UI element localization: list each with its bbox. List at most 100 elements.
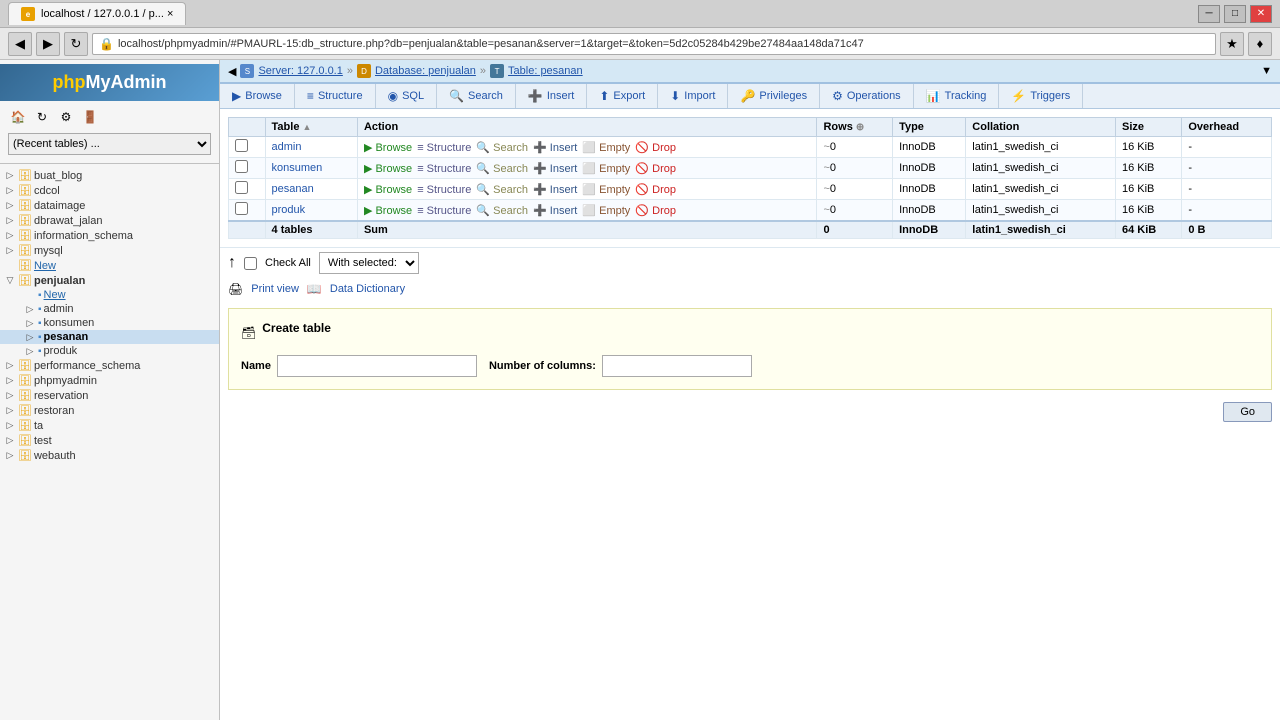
- tree-toggle: ▷: [4, 450, 16, 462]
- sidebar-item-restoran[interactable]: ▷ 🗄 restoran: [0, 403, 219, 418]
- close-button[interactable]: ✕: [1250, 5, 1272, 23]
- maximize-button[interactable]: □: [1224, 5, 1246, 23]
- sidebar-item-admin[interactable]: ▷ ▪ admin: [0, 302, 219, 316]
- extensions-button[interactable]: ♦: [1248, 32, 1272, 56]
- structure-link-2[interactable]: ≡ Structure: [417, 184, 471, 196]
- tab-tracking[interactable]: 📊 Tracking: [914, 84, 1000, 108]
- search-link-2[interactable]: 🔍 Search: [476, 183, 528, 196]
- table-name-link-3[interactable]: produk: [272, 204, 306, 216]
- row-checkbox-3[interactable]: [235, 202, 248, 215]
- sidebar-item-penjualan-new[interactable]: ▪ New: [0, 288, 219, 302]
- tab-import[interactable]: ⬇ Import: [658, 84, 728, 108]
- sidebar-item-reservation[interactable]: ▷ 🗄 reservation: [0, 388, 219, 403]
- refresh-db-icon[interactable]: ↻: [32, 107, 52, 127]
- sidebar-item-produk[interactable]: ▷ ▪ produk: [0, 344, 219, 358]
- home-icon[interactable]: 🏠: [8, 107, 28, 127]
- logo-myadmin: MyAdmin: [86, 72, 167, 92]
- collapse-sidebar-btn[interactable]: ◀: [228, 65, 236, 78]
- sidebar-item-buat_blog[interactable]: ▷ 🗄 buat_blog: [0, 168, 219, 183]
- with-selected-dropdown[interactable]: With selected: Drop Empty: [319, 252, 419, 274]
- table-name-input[interactable]: [277, 355, 477, 377]
- tab-structure[interactable]: ≡ Structure: [295, 84, 376, 108]
- drop-link-1[interactable]: 🚫 Drop: [635, 162, 676, 175]
- back-button[interactable]: ◀: [8, 32, 32, 56]
- empty-link-2[interactable]: ⬜ Empty: [582, 183, 630, 196]
- browse-link-1[interactable]: ▶ Browse: [364, 162, 412, 175]
- browse-link-0[interactable]: ▶ Browse: [364, 141, 412, 154]
- sidebar-item-webauth[interactable]: ▷ 🗄 webauth: [0, 448, 219, 463]
- browse-link-2[interactable]: ▶ Browse: [364, 183, 412, 196]
- search-link-3[interactable]: 🔍 Search: [476, 204, 528, 217]
- row-checkbox-1[interactable]: [235, 160, 248, 173]
- settings-icon[interactable]: ⚙: [56, 107, 76, 127]
- sidebar-item-pesanan[interactable]: ▷ ▪ pesanan: [0, 330, 219, 344]
- data-dictionary-link[interactable]: Data Dictionary: [330, 283, 405, 295]
- header-collapse-btn[interactable]: ▼: [1261, 65, 1272, 77]
- cols-input[interactable]: [602, 355, 752, 377]
- tab-insert[interactable]: ➕ Insert: [516, 84, 587, 108]
- logout-icon[interactable]: 🚪: [80, 107, 100, 127]
- search-link-0[interactable]: 🔍 Search: [476, 141, 528, 154]
- tab-export[interactable]: ⬆ Export: [587, 84, 658, 108]
- db-breadcrumb[interactable]: Database: penjualan: [375, 65, 476, 77]
- sidebar-item-dataimage[interactable]: ▷ 🗄 dataimage: [0, 198, 219, 213]
- address-bar[interactable]: 🔒 localhost/phpmyadmin/#PMAURL-15:db_str…: [92, 33, 1216, 55]
- drop-link-2[interactable]: 🚫 Drop: [635, 183, 676, 196]
- tab-triggers[interactable]: ⚡ Triggers: [999, 84, 1083, 108]
- structure-link-3[interactable]: ≡ Structure: [417, 205, 471, 217]
- tab-sql[interactable]: ◉ SQL: [376, 84, 438, 108]
- drop-link-0[interactable]: 🚫 Drop: [635, 141, 676, 154]
- go-button[interactable]: Go: [1223, 402, 1272, 422]
- table-breadcrumb[interactable]: Table: pesanan: [508, 65, 583, 77]
- drop-link-3[interactable]: 🚫 Drop: [635, 204, 676, 217]
- tab-browse[interactable]: ▶ Browse: [220, 84, 295, 108]
- print-view-link[interactable]: Print view: [251, 283, 299, 295]
- server-breadcrumb[interactable]: Server: 127.0.0.1: [258, 65, 342, 77]
- bookmark-button[interactable]: ★: [1220, 32, 1244, 56]
- table-name-link-2[interactable]: pesanan: [272, 183, 314, 195]
- row-checkbox-2[interactable]: [235, 181, 248, 194]
- type-cell-0: InnoDB: [893, 137, 966, 158]
- empty-link-3[interactable]: ⬜ Empty: [582, 204, 630, 217]
- row-checkbox-0[interactable]: [235, 139, 248, 152]
- structure-link-0[interactable]: ≡ Structure: [417, 142, 471, 154]
- tab-operations[interactable]: ⚙ Operations: [820, 84, 914, 108]
- sidebar-item-test[interactable]: ▷ 🗄 test: [0, 433, 219, 448]
- refresh-button[interactable]: ↻: [64, 32, 88, 56]
- sidebar-item-cdcol[interactable]: ▷ 🗄 cdcol: [0, 183, 219, 198]
- table-name-link-0[interactable]: admin: [272, 141, 302, 153]
- table-row: pesanan ▶ Browse ≡ Structure 🔍 Search ➕ …: [229, 179, 1272, 200]
- search-link-1[interactable]: 🔍 Search: [476, 162, 528, 175]
- db-icon: D: [357, 64, 371, 78]
- browser-tab[interactable]: e localhost / 127.0.0.1 / p... ×: [8, 2, 186, 25]
- sidebar-item-dbrawat_jalan[interactable]: ▷ 🗄 dbrawat_jalan: [0, 213, 219, 228]
- insert-link-2[interactable]: ➕ Insert: [533, 183, 577, 196]
- empty-link-1[interactable]: ⬜ Empty: [582, 162, 630, 175]
- up-arrow-icon[interactable]: ↑: [228, 254, 236, 272]
- minimize-button[interactable]: ─: [1198, 5, 1220, 23]
- overhead-cell-3: -: [1182, 200, 1272, 222]
- structure-link-1[interactable]: ≡ Structure: [417, 163, 471, 175]
- table-name-link-1[interactable]: konsumen: [272, 162, 323, 174]
- browse-link-3[interactable]: ▶ Browse: [364, 204, 412, 217]
- sidebar-item-ta[interactable]: ▷ 🗄 ta: [0, 418, 219, 433]
- forward-button[interactable]: ▶: [36, 32, 60, 56]
- tab-search[interactable]: 🔍 Search: [437, 84, 516, 108]
- recent-tables-select[interactable]: (Recent tables) ...: [8, 133, 211, 155]
- sidebar-item-phpmyadmin[interactable]: ▷ 🗄 phpmyadmin: [0, 373, 219, 388]
- sidebar-item-mysql[interactable]: ▷ 🗄 mysql: [0, 243, 219, 258]
- sidebar-item-konsumen[interactable]: ▷ ▪ konsumen: [0, 316, 219, 330]
- empty-link-0[interactable]: ⬜ Empty: [582, 141, 630, 154]
- tree-toggle: [4, 260, 16, 272]
- sidebar-item-penjualan[interactable]: ▽ 🗄 penjualan: [0, 273, 219, 288]
- tab-privileges[interactable]: 🔑 Privileges: [728, 84, 820, 108]
- insert-link-1[interactable]: ➕ Insert: [533, 162, 577, 175]
- sidebar-item-information_schema[interactable]: ▷ 🗄 information_schema: [0, 228, 219, 243]
- sidebar-item-label: New: [34, 260, 56, 272]
- tab-structure-label: Structure: [318, 90, 363, 102]
- check-all-checkbox[interactable]: [244, 257, 257, 270]
- sidebar-item-new-top[interactable]: 🗄 New: [0, 258, 219, 273]
- insert-link-0[interactable]: ➕ Insert: [533, 141, 577, 154]
- sidebar-item-performance_schema[interactable]: ▷ 🗄 performance_schema: [0, 358, 219, 373]
- insert-link-3[interactable]: ➕ Insert: [533, 204, 577, 217]
